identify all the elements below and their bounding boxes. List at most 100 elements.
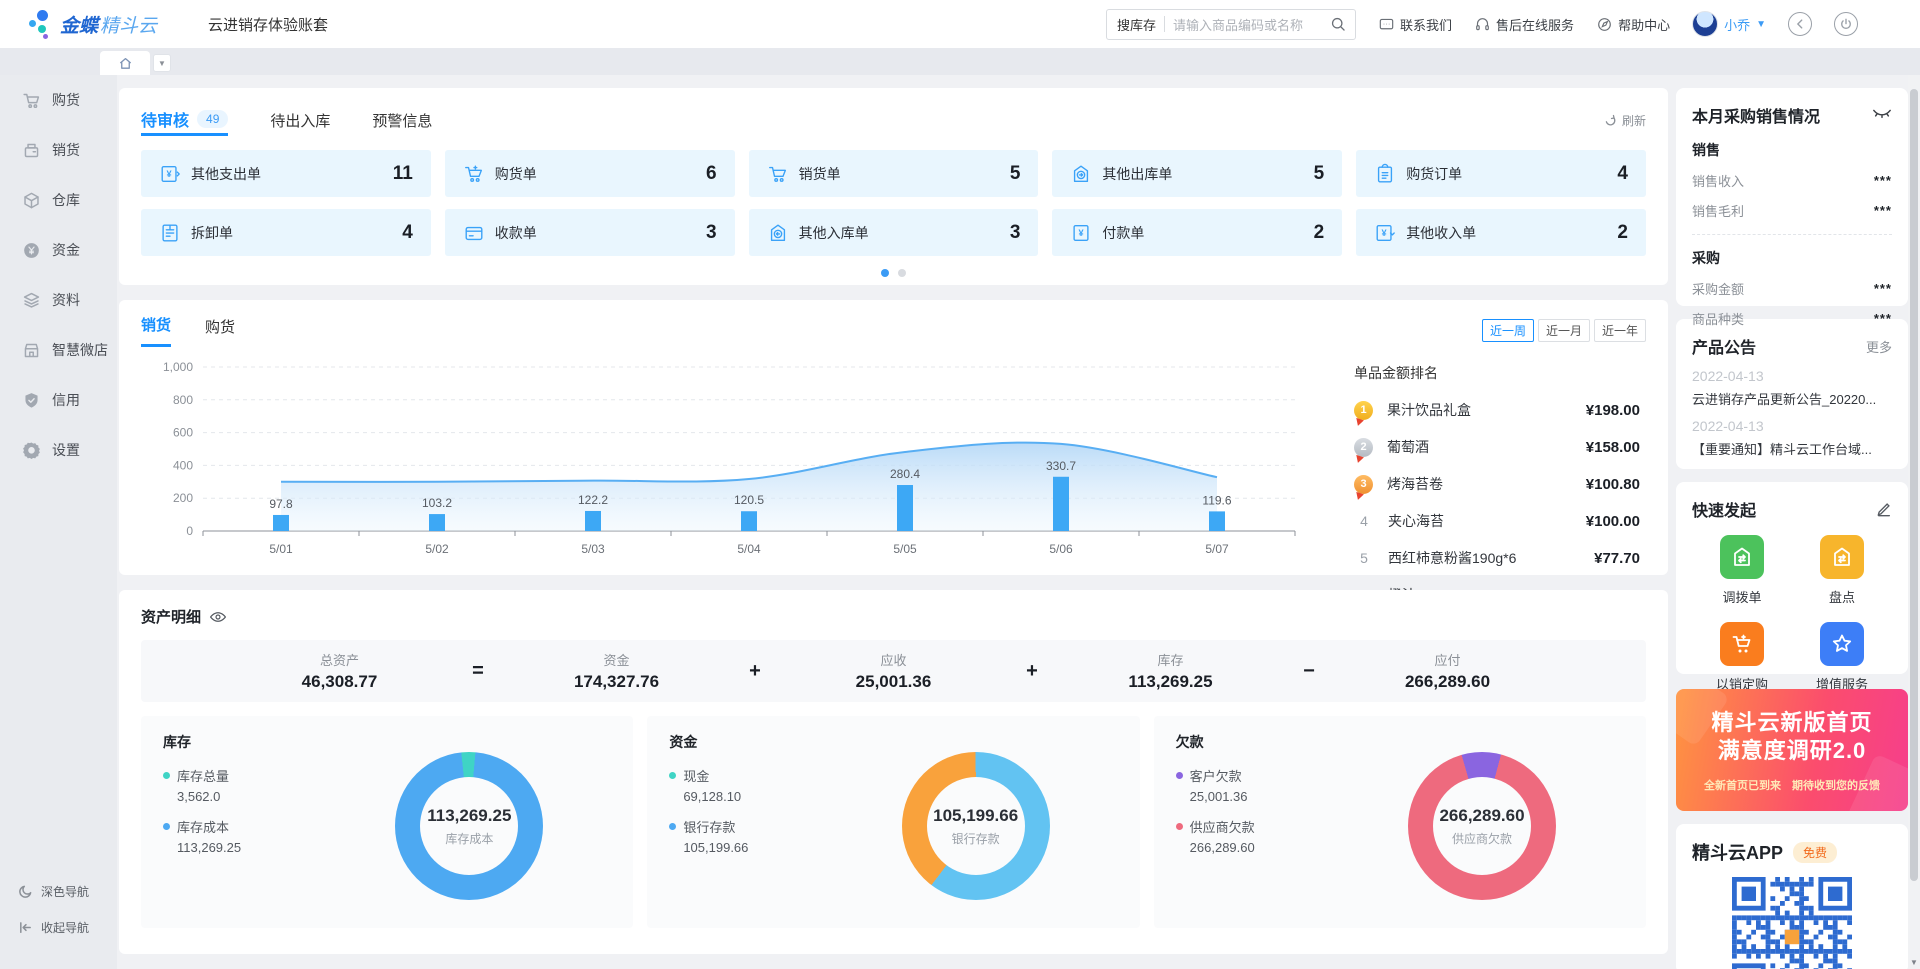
- todo-card-other-income[interactable]: ¥ 其他收入单 2: [1356, 209, 1646, 256]
- tab-pending-approval[interactable]: 待审核 49: [141, 104, 228, 136]
- quick-action-stocktake[interactable]: 盘点: [1792, 535, 1892, 606]
- card-count: 2: [1314, 222, 1325, 244]
- todo-card-payment[interactable]: ¥ 付款单 2: [1052, 209, 1342, 256]
- after-sales-service-link[interactable]: 售后在线服务: [1474, 15, 1574, 34]
- quick-action-purchase-by-sales[interactable]: 以销定购: [1692, 622, 1792, 693]
- todo-card-other-outbound[interactable]: 其他出库单 5: [1052, 150, 1342, 197]
- eye-icon[interactable]: [209, 608, 227, 626]
- card-count: 3: [706, 222, 717, 244]
- card-label: 收款单: [495, 223, 537, 243]
- svg-text:5/03: 5/03: [581, 542, 605, 556]
- product-name: 西红柿意粉酱190g*6: [1388, 548, 1594, 568]
- quick-action-transfer[interactable]: 调拨单: [1692, 535, 1792, 606]
- range-week-button[interactable]: 近一周: [1482, 319, 1534, 342]
- ranking-row[interactable]: 1 果汁饮品礼盒 ¥198.00: [1354, 400, 1640, 420]
- todo-card-sales-order[interactable]: 销货单 5: [749, 150, 1039, 197]
- svg-text:5/05: 5/05: [893, 542, 917, 556]
- quick-action-label: 盘点: [1829, 587, 1855, 606]
- tab-dropdown-button[interactable]: ▼: [153, 54, 171, 72]
- announcement-title: 云进销存产品更新公告_20220...: [1692, 389, 1892, 408]
- todo-card-other-inbound[interactable]: 其他入库单 3: [749, 209, 1039, 256]
- card-label: 其他入库单: [799, 223, 869, 243]
- legend-value: 266,289.60: [1190, 840, 1624, 855]
- cart-icon: [463, 163, 485, 185]
- payment-icon: ¥: [1070, 222, 1092, 244]
- sidebar-item-data[interactable]: 资料: [0, 275, 117, 325]
- sidebar-item-sales[interactable]: 销货: [0, 125, 117, 175]
- more-link[interactable]: 更多: [1866, 337, 1892, 356]
- todo-card-other-expense[interactable]: ¥ 其他支出单 11: [141, 150, 431, 197]
- svg-text:5/01: 5/01: [269, 542, 293, 556]
- help-center-link[interactable]: 帮助中心: [1596, 15, 1670, 34]
- debt-donut-chart[interactable]: 266,289.60供应商欠款: [1408, 752, 1556, 900]
- card-label: 购货单: [495, 164, 537, 184]
- refresh-icon: [1604, 114, 1617, 127]
- range-month-button[interactable]: 近一月: [1538, 319, 1590, 342]
- operator-minus: −: [1279, 660, 1339, 683]
- refresh-button[interactable]: 刷新: [1604, 112, 1646, 129]
- search-icon[interactable]: [1330, 16, 1347, 33]
- search-category-label[interactable]: 搜库存: [1117, 15, 1156, 34]
- ranking-row[interactable]: 5 西红柿意粉酱190g*6 ¥77.70: [1354, 548, 1640, 568]
- legend-dot: [1176, 823, 1183, 830]
- sidebar-item-funds[interactable]: 资金: [0, 225, 117, 275]
- summary-value: 25,001.36: [785, 672, 1002, 692]
- ranking-row[interactable]: 3 烤海苔卷 ¥100.80: [1354, 474, 1640, 494]
- todo-card-receipt[interactable]: 收款单 3: [445, 209, 735, 256]
- tab-sales[interactable]: 销货: [141, 314, 171, 347]
- dashed-divider: [1692, 234, 1892, 235]
- tab-pending-in-out[interactable]: 待出入库: [270, 104, 330, 136]
- ranking-row[interactable]: 4 夹心海苔 ¥100.00: [1354, 511, 1640, 531]
- home-tab[interactable]: [100, 51, 150, 75]
- ranking-row[interactable]: 2 葡萄酒 ¥158.00: [1354, 437, 1640, 457]
- quick-action-value-added[interactable]: 增值服务: [1792, 622, 1892, 693]
- sidebar-item-smart-store[interactable]: 智慧微店: [0, 325, 117, 375]
- eye-closed-icon[interactable]: [1872, 108, 1892, 122]
- assets-title: 资产明细: [141, 606, 201, 627]
- contact-us-link[interactable]: 联系我们: [1378, 15, 1452, 34]
- page-scrollbar[interactable]: ▼: [1908, 75, 1920, 969]
- sales-trend-chart: 02004006008001,00097.8103.2122.2120.5280…: [141, 353, 1328, 605]
- legend-dot: [669, 823, 676, 830]
- announcement-item[interactable]: 2022-04-13 【重要通知】精斗云工作台域...: [1692, 418, 1892, 458]
- tab-purchase[interactable]: 购货: [205, 316, 235, 346]
- user-menu[interactable]: 小乔 ▼: [1692, 11, 1766, 37]
- card-label: 其他收入单: [1406, 223, 1476, 243]
- warehouse-out-icon: [1070, 163, 1092, 185]
- brand-logo[interactable]: 金蝶 精斗云: [28, 9, 178, 39]
- tab-warning-info[interactable]: 预警信息: [372, 104, 432, 136]
- todo-card-purchase-order[interactable]: 购货单 6: [445, 150, 735, 197]
- inventory-search-box[interactable]: 搜库存 请输入商品编码或名称: [1106, 9, 1356, 40]
- right-sidebar: 本月采购销售情况 销售 销售收入 *** 销售毛利 *** 采购 采购金额 **…: [1676, 75, 1908, 969]
- left-sidebar: 购货 销货 仓库 资金 资料 智慧微店 信用 设置 深色导航 收起导航: [0, 75, 117, 969]
- edit-pencil-icon[interactable]: [1876, 501, 1892, 517]
- todo-card-purchase-request[interactable]: 购货订单 4: [1356, 150, 1646, 197]
- funds-donut-chart[interactable]: 105,199.66银行存款: [902, 752, 1050, 900]
- scrollbar-thumb[interactable]: [1910, 89, 1918, 881]
- todo-card-disassembly[interactable]: 拆卸单 4: [141, 209, 431, 256]
- legend-label: 现金: [683, 766, 709, 785]
- sidebar-item-credit[interactable]: 信用: [0, 375, 117, 425]
- carousel-dot-1[interactable]: [881, 269, 889, 277]
- search-input[interactable]: 请输入商品编码或名称: [1173, 15, 1330, 34]
- sidebar-item-settings[interactable]: 设置: [0, 425, 117, 475]
- carousel-dot-2[interactable]: [898, 269, 906, 277]
- inventory-donut-chart[interactable]: 113,269.25库存成本: [395, 752, 543, 900]
- svg-text:120.5: 120.5: [734, 493, 764, 507]
- sidebar-item-purchase[interactable]: 购货: [0, 75, 117, 125]
- legend-label: 库存总量: [177, 766, 229, 785]
- home-icon: [118, 56, 133, 71]
- product-amount: ¥77.70: [1594, 550, 1640, 567]
- dark-nav-toggle[interactable]: 深色导航: [0, 873, 117, 909]
- free-badge: 免费: [1793, 842, 1837, 863]
- collapse-nav-button[interactable]: 收起导航: [0, 909, 117, 945]
- svg-text:119.6: 119.6: [1202, 493, 1231, 507]
- scrollbar-down-arrow[interactable]: ▼: [1908, 958, 1920, 967]
- rank-number: 4: [1354, 513, 1374, 529]
- back-button[interactable]: [1788, 12, 1812, 36]
- range-year-button[interactable]: 近一年: [1594, 319, 1646, 342]
- announcement-item[interactable]: 2022-04-13 云进销存产品更新公告_20220...: [1692, 368, 1892, 408]
- survey-banner[interactable]: 精斗云新版首页 满意度调研2.0 全新首页已到来 期待收到您的反馈: [1676, 689, 1908, 811]
- logout-button[interactable]: [1834, 12, 1858, 36]
- sidebar-item-warehouse[interactable]: 仓库: [0, 175, 117, 225]
